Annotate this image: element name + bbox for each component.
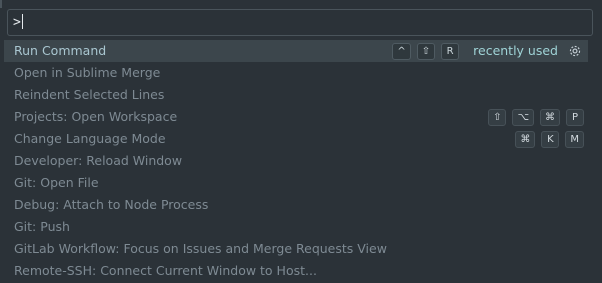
command-label: Run Command [14, 43, 107, 58]
command-label: Developer: Reload Window [14, 153, 183, 168]
keybinding-key: M [565, 130, 584, 148]
window-edge [0, 0, 2, 8]
command-label: Projects: Open Workspace [14, 109, 178, 124]
command-item[interactable]: Run Command ^ ⇧ R recently used [4, 40, 588, 62]
keybinding-key: ⌥ [512, 108, 534, 126]
keybinding-key: ⌘ [515, 130, 536, 148]
keybinding-key: ^ [392, 42, 411, 60]
command-input-value: > [13, 15, 21, 30]
command-keybinding: ⌘ K M [509, 128, 584, 150]
gear-icon[interactable] [568, 44, 582, 58]
keybinding-key: K [541, 130, 560, 148]
command-input[interactable]: > [7, 9, 593, 36]
command-item[interactable]: Git: Open File [4, 172, 588, 194]
command-label: GitLab Workflow: Focus on Issues and Mer… [14, 241, 387, 256]
keybinding-key: ⌘ [540, 108, 560, 126]
command-item[interactable]: Projects: Open Workspace ⇧ ⌥ ⌘ P [4, 106, 588, 128]
text-caret [21, 14, 23, 29]
command-label: Git: Push [14, 219, 70, 234]
command-item[interactable]: Debug: Attach to Node Process [4, 194, 588, 216]
command-item[interactable]: Git: Push [4, 216, 588, 238]
command-item[interactable]: Developer: Reload Window [4, 150, 588, 172]
command-item[interactable]: Remote-SSH: Connect Current Window to Ho… [4, 260, 588, 282]
command-label: Reindent Selected Lines [14, 87, 165, 102]
command-label: Change Language Mode [14, 131, 166, 146]
recently-used-label: recently used [473, 43, 558, 58]
command-label: Remote-SSH: Connect Current Window to Ho… [14, 263, 317, 278]
command-item[interactable]: Reindent Selected Lines [4, 84, 588, 106]
command-label: Debug: Attach to Node Process [14, 197, 209, 212]
command-label: Git: Open File [14, 175, 99, 190]
command-item[interactable]: Change Language Mode ⌘ K M [4, 128, 588, 150]
keybinding-key: R [441, 42, 460, 60]
keybinding-key: ⇧ [488, 108, 507, 126]
command-item[interactable]: GitLab Workflow: Focus on Issues and Mer… [4, 238, 588, 260]
command-meta: ^ ⇧ R recently used [386, 40, 584, 62]
command-item[interactable]: Open in Sublime Merge [4, 62, 588, 84]
keybinding-key: P [566, 108, 584, 126]
command-label: Open in Sublime Merge [14, 65, 161, 80]
keybinding-key: ⇧ [416, 42, 436, 60]
command-keybinding: ⇧ ⌥ ⌘ P [482, 106, 584, 128]
